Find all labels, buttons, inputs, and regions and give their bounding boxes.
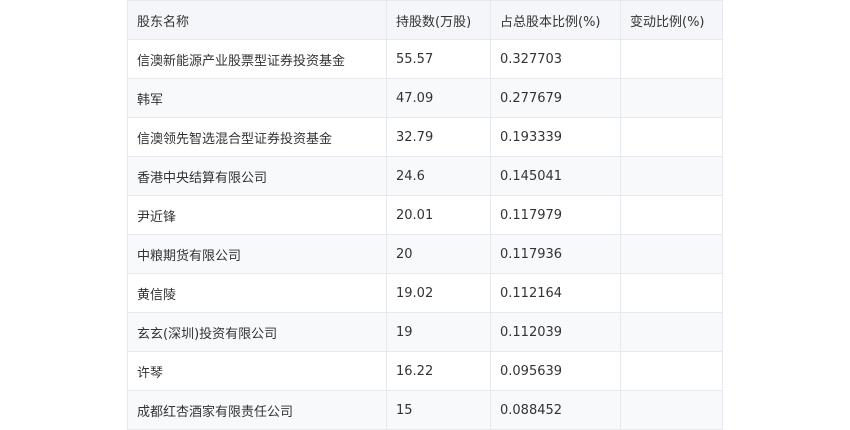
cell-shares-held: 20 — [386, 234, 491, 274]
cell-share-ratio: 0.145041 — [490, 156, 621, 196]
table-row: 韩军 47.09 0.277679 — [127, 78, 723, 118]
cell-shareholder-name: 玄玄(深圳)投资有限公司 — [127, 312, 387, 352]
table-body: 信澳新能源产业股票型证券投资基金 55.57 0.327703 韩军 47.09… — [127, 39, 723, 430]
page: 股东名称 持股数(万股) 占总股本比例(%) 变动比例(%) 信澳新能源产业股票… — [0, 0, 850, 430]
cell-shares-held: 55.57 — [386, 39, 491, 79]
header-row: 股东名称 持股数(万股) 占总股本比例(%) 变动比例(%) — [127, 0, 723, 40]
cell-shareholder-name: 香港中央结算有限公司 — [127, 156, 387, 196]
cell-change-ratio — [620, 117, 723, 157]
table-row: 玄玄(深圳)投资有限公司 19 0.112039 — [127, 312, 723, 352]
cell-shares-held: 47.09 — [386, 78, 491, 118]
cell-shareholder-name: 信澳新能源产业股票型证券投资基金 — [127, 39, 387, 79]
table-row: 黄信陵 19.02 0.112164 — [127, 273, 723, 313]
table-row: 香港中央结算有限公司 24.6 0.145041 — [127, 156, 723, 196]
cell-share-ratio: 0.327703 — [490, 39, 621, 79]
cell-change-ratio — [620, 351, 723, 391]
cell-shares-held: 15 — [386, 390, 491, 430]
cell-shares-held: 19 — [386, 312, 491, 352]
table-header: 股东名称 持股数(万股) 占总股本比例(%) 变动比例(%) — [127, 0, 723, 40]
cell-shareholder-name: 尹近锋 — [127, 195, 387, 235]
cell-shares-held: 24.6 — [386, 156, 491, 196]
cell-shareholder-name: 信澳领先智选混合型证券投资基金 — [127, 117, 387, 157]
cell-change-ratio — [620, 312, 723, 352]
table-row: 许琴 16.22 0.095639 — [127, 351, 723, 391]
cell-share-ratio: 0.112039 — [490, 312, 621, 352]
cell-share-ratio: 0.117979 — [490, 195, 621, 235]
cell-shares-held: 19.02 — [386, 273, 491, 313]
cell-share-ratio: 0.112164 — [490, 273, 621, 313]
cell-change-ratio — [620, 234, 723, 274]
cell-shareholder-name: 韩军 — [127, 78, 387, 118]
cell-shares-held: 20.01 — [386, 195, 491, 235]
table-row: 信澳新能源产业股票型证券投资基金 55.57 0.327703 — [127, 39, 723, 79]
cell-change-ratio — [620, 390, 723, 430]
header-shares-held: 持股数(万股) — [386, 0, 491, 40]
cell-share-ratio: 0.095639 — [490, 351, 621, 391]
table-row: 信澳领先智选混合型证券投资基金 32.79 0.193339 — [127, 117, 723, 157]
header-change-ratio: 变动比例(%) — [620, 0, 723, 40]
cell-shareholder-name: 中粮期货有限公司 — [127, 234, 387, 274]
cell-change-ratio — [620, 39, 723, 79]
header-shareholder-name: 股东名称 — [127, 0, 387, 40]
cell-shareholder-name: 许琴 — [127, 351, 387, 391]
table-row: 中粮期货有限公司 20 0.117936 — [127, 234, 723, 274]
shareholder-table: 股东名称 持股数(万股) 占总股本比例(%) 变动比例(%) 信澳新能源产业股票… — [127, 0, 723, 430]
cell-change-ratio — [620, 156, 723, 196]
header-share-ratio: 占总股本比例(%) — [490, 0, 621, 40]
cell-share-ratio: 0.088452 — [490, 390, 621, 430]
cell-shares-held: 32.79 — [386, 117, 491, 157]
cell-change-ratio — [620, 78, 723, 118]
cell-change-ratio — [620, 273, 723, 313]
cell-shares-held: 16.22 — [386, 351, 491, 391]
cell-shareholder-name: 成都红杏酒家有限责任公司 — [127, 390, 387, 430]
table-row: 成都红杏酒家有限责任公司 15 0.088452 — [127, 390, 723, 430]
cell-share-ratio: 0.117936 — [490, 234, 621, 274]
cell-share-ratio: 0.193339 — [490, 117, 621, 157]
cell-share-ratio: 0.277679 — [490, 78, 621, 118]
cell-shareholder-name: 黄信陵 — [127, 273, 387, 313]
table-row: 尹近锋 20.01 0.117979 — [127, 195, 723, 235]
cell-change-ratio — [620, 195, 723, 235]
